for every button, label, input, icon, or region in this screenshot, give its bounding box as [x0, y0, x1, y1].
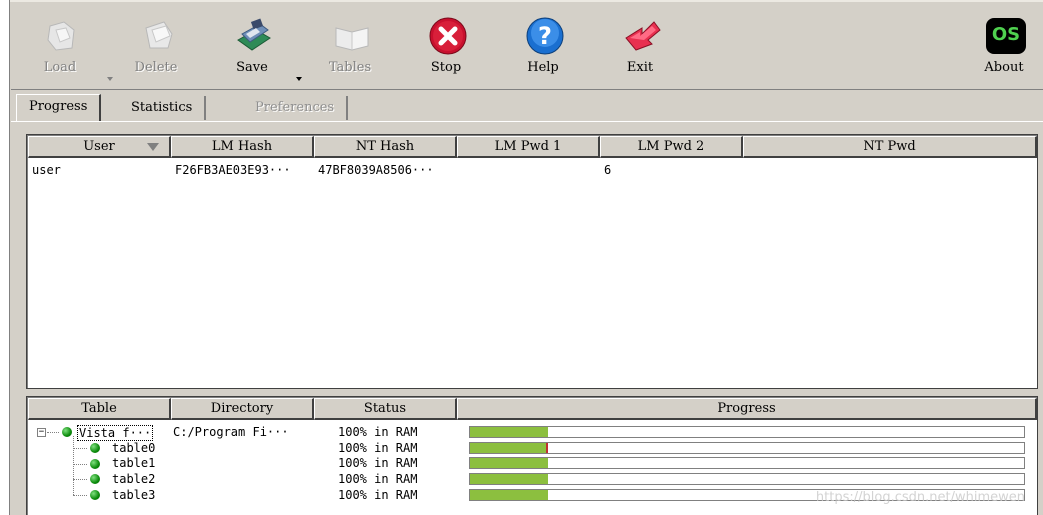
window-left-edge: [0, 0, 10, 515]
tab-divider: [11, 121, 1043, 122]
load-icon: [47, 21, 75, 51]
cell-lm-hash: F26FB3AE03E93···: [175, 163, 291, 177]
tree-connector: [73, 448, 87, 449]
progress-fill: [470, 474, 548, 484]
column-header-table[interactable]: Table: [28, 398, 171, 420]
tree-connector: [73, 464, 87, 465]
stop-label: Stop: [430, 60, 462, 75]
progress-fill: [470, 443, 548, 453]
tree-connector: [73, 479, 87, 480]
column-header-nt-hash[interactable]: NT Hash: [314, 136, 457, 158]
save-dropdown-arrow-icon[interactable]: [296, 77, 302, 81]
tree-connector: [47, 432, 59, 433]
table-name: table0: [112, 441, 156, 455]
table-status: 100% in RAM: [338, 472, 418, 486]
column-header-status[interactable]: Status: [314, 398, 457, 420]
stop-button[interactable]: Stop: [411, 2, 481, 88]
table-status: 100% in RAM: [338, 456, 418, 470]
table-directory: C:/Program Fi···: [173, 425, 289, 439]
tree-connector: [73, 436, 74, 495]
tables-book-icon: [335, 27, 369, 51]
exit-icon: [625, 21, 661, 51]
status-green-dot-icon: [90, 459, 100, 469]
table-status: 100% in RAM: [338, 488, 418, 502]
table-name: table1: [112, 456, 156, 470]
exit-label: Exit: [626, 60, 654, 75]
cell-lm-pwd-2: 6: [604, 163, 612, 177]
column-header-directory[interactable]: Directory: [171, 398, 314, 420]
tree-connector: [73, 495, 87, 496]
delete-icon: [145, 21, 173, 49]
svg-text:?: ?: [538, 22, 552, 50]
progress-bar: [469, 442, 1025, 454]
table-status: 100% in RAM: [338, 425, 418, 439]
column-header-progress[interactable]: Progress: [457, 398, 1037, 420]
status-green-dot-icon: [90, 443, 100, 453]
cell-user: user: [32, 163, 61, 177]
load-dropdown-arrow-icon[interactable]: [107, 77, 113, 81]
table-name: table2: [112, 472, 156, 486]
load-label: Load: [43, 60, 77, 75]
progress-fill: [470, 427, 548, 437]
progress-bar: [469, 457, 1025, 469]
save-icon: [237, 18, 271, 51]
column-header-nt-pwd[interactable]: NT Pwd: [743, 136, 1037, 158]
table-status: 100% in RAM: [338, 441, 418, 455]
cell-nt-hash: 47BF8039A8506···: [318, 163, 434, 177]
toolbar: Load Delete Save Tables Stop ? Help Exit…: [11, 2, 1043, 90]
tab-bar: Progress Statistics Preferences: [11, 94, 1043, 122]
sort-down-icon: [147, 143, 159, 151]
tables-label: Tables: [328, 60, 372, 75]
table-name: Vista f···: [77, 425, 154, 441]
delete-button[interactable]: Delete: [121, 2, 191, 88]
tab-progress[interactable]: Progress: [16, 94, 102, 121]
help-icon: ?: [526, 17, 564, 55]
progress-fill: [470, 490, 548, 500]
progress-bar: [469, 473, 1025, 485]
help-button[interactable]: ? Help: [508, 2, 578, 88]
save-label: Save: [236, 60, 268, 75]
table-name: table3: [112, 488, 156, 502]
column-header-lm-hash[interactable]: LM Hash: [171, 136, 314, 158]
delete-label: Delete: [134, 60, 178, 75]
tables-button[interactable]: Tables: [315, 2, 385, 88]
about-button[interactable]: OS About: [969, 2, 1039, 88]
watermark: https://blog.csdn.net/whimewen: [815, 490, 1025, 505]
about-os-icon: OS: [986, 18, 1026, 54]
collapse-icon[interactable]: −: [37, 428, 46, 437]
status-green-dot-icon: [90, 474, 100, 484]
tab-preferences[interactable]: Preferences: [243, 96, 349, 120]
stop-icon: [429, 17, 467, 55]
tab-statistics[interactable]: Statistics: [119, 96, 207, 120]
about-label: About: [984, 60, 1024, 75]
progress-fill: [470, 458, 548, 468]
column-header-lm-pwd-1[interactable]: LM Pwd 1: [457, 136, 600, 158]
status-green-dot-icon: [62, 427, 72, 437]
exit-button[interactable]: Exit: [605, 2, 675, 88]
help-label: Help: [527, 60, 559, 75]
status-green-dot-icon: [90, 490, 100, 500]
column-header-user[interactable]: User: [28, 136, 171, 158]
progress-bar: [469, 426, 1025, 438]
hash-grid[interactable]: User LM Hash NT Hash LM Pwd 1 LM Pwd 2 N…: [26, 134, 1038, 389]
save-button[interactable]: Save: [217, 2, 302, 88]
column-header-lm-pwd-2[interactable]: LM Pwd 2: [600, 136, 743, 158]
load-button[interactable]: Load: [25, 2, 113, 88]
